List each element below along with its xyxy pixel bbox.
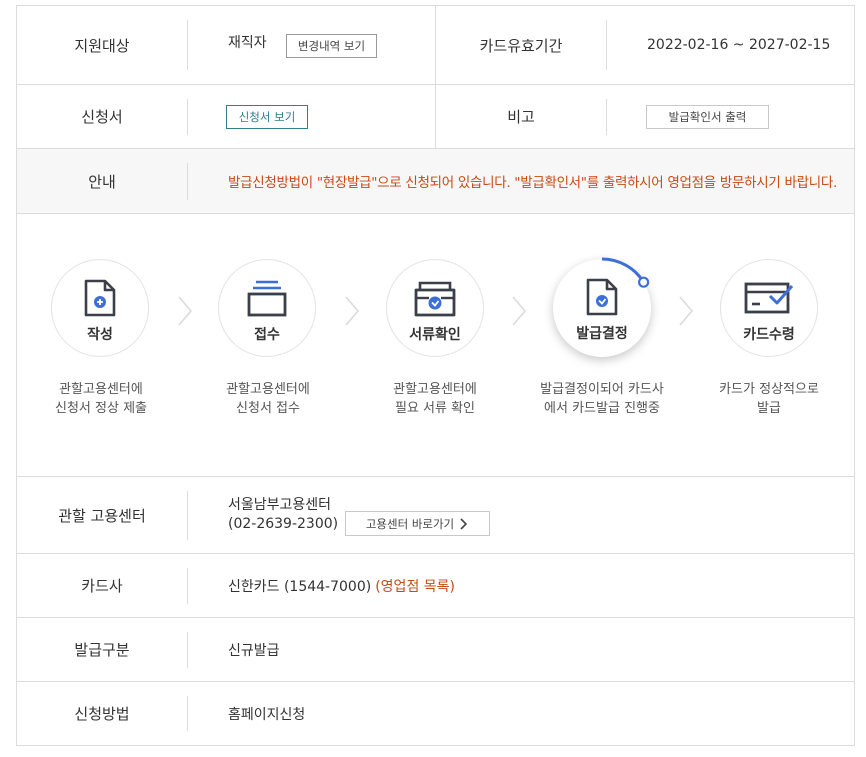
divider [187,163,188,200]
divider [187,696,188,731]
divider [187,491,188,540]
step-receipt: 접수 [218,259,316,357]
step-title: 접수 [254,327,280,343]
step-description: 카드가 정상적으로 발급 [719,382,819,416]
tray-icon [247,280,287,317]
document-plus-icon [84,279,116,317]
divider [187,568,188,604]
step-description: 발급결정이되어 카드사 에서 카드발급 진행중 [540,382,664,416]
guide-text: 발급신청방법이 "현장발급"으로 신청되어 있습니다. "발급확인서"를 출력하… [228,175,837,191]
step-description: 관할고용센터에 필요 서류 확인 [393,382,477,416]
chevron-right-icon [679,296,693,326]
card-label: 카드사 [81,577,123,595]
target-value: 재직자 [228,35,267,51]
validity-label: 카드유효기간 [479,36,563,55]
divider [606,99,607,135]
divider [187,99,188,135]
branch-list-link[interactable]: (영업점 목록) [375,576,455,596]
chevron-right-icon [460,517,468,530]
step-description: 관할고용센터에 신청서 정상 제출 [55,382,147,416]
step-card-receive: 카드수령 [720,259,818,357]
chevron-right-icon [512,296,526,326]
center-label: 관할 고용센터 [58,506,146,525]
print-confirmation-button[interactable]: 발급확인서 출력 [646,105,769,129]
type-value: 신규발급 [228,642,280,659]
divider [187,632,188,668]
chevron-right-icon [178,296,192,326]
center-link-button[interactable]: 고용센터 바로가기 [345,511,490,536]
method-value: 홈페이지신청 [228,706,306,723]
step-title: 서류확인 [409,327,461,343]
progress-arc-icon [601,257,650,288]
type-label: 발급구분 [74,641,130,659]
history-button[interactable]: 변경내역 보기 [286,34,377,58]
center-phone: (02-2639-2300) [228,516,339,532]
card-value: 신한카드 (1544-7000) [228,578,372,595]
card-info-panel: 지원대상 재직자 변경내역 보기 카드유효기간 2022-02-16 ~ 202… [16,5,855,746]
row-guide: 안내 발급신청방법이 "현장발급"으로 신청되어 있습니다. "발급확인서"를 … [17,149,854,214]
remark-label: 비고 [507,108,535,126]
step-document-check: 서류확인 [386,259,484,357]
method-label: 신청방법 [74,705,130,723]
application-label: 신청서 [81,108,123,126]
divider [187,20,188,70]
row-issue-type: 발급구분 신규발급 [17,618,854,682]
step-description: 관할고용센터에 신청서 접수 [226,382,310,416]
center-name: 서울남부고용센터 [228,497,332,513]
row-application: 신청서 신청서 보기 비고 발급확인서 출력 [17,85,854,149]
row-application-method: 신청방법 홈페이지신청 [17,682,854,745]
folder-check-icon [414,281,456,317]
step-title: 카드수령 [743,327,795,343]
card-value-group: 신한카드 (1544-7000) (영업점 목록) [228,554,628,617]
guide-label: 안내 [88,172,116,191]
center-info: 서울남부고용센터 (02-2639-2300) [228,496,338,534]
divider [606,20,607,70]
row-target: 지원대상 재직자 변경내역 보기 카드유효기간 2022-02-16 ~ 202… [17,6,854,85]
target-label: 지원대상 [74,36,130,55]
card-check-icon [744,282,794,314]
row-employment-center: 관할 고용센터 서울남부고용센터 (02-2639-2300) 고용센터 바로가… [17,477,854,554]
application-view-button[interactable]: 신청서 보기 [226,105,308,129]
step-write: 작성 [51,259,149,357]
chevron-right-icon [345,296,359,326]
validity-value: 2022-02-16 ~ 2027-02-15 [647,37,831,53]
step-title: 작성 [87,327,113,343]
progress-steps: 작성 관할고용센터에 신청서 정상 제출 접수 관할고용센터에 신청서 접수 서… [17,214,854,477]
row-card-company: 카드사 신한카드 (1544-7000) (영업점 목록) [17,554,854,618]
